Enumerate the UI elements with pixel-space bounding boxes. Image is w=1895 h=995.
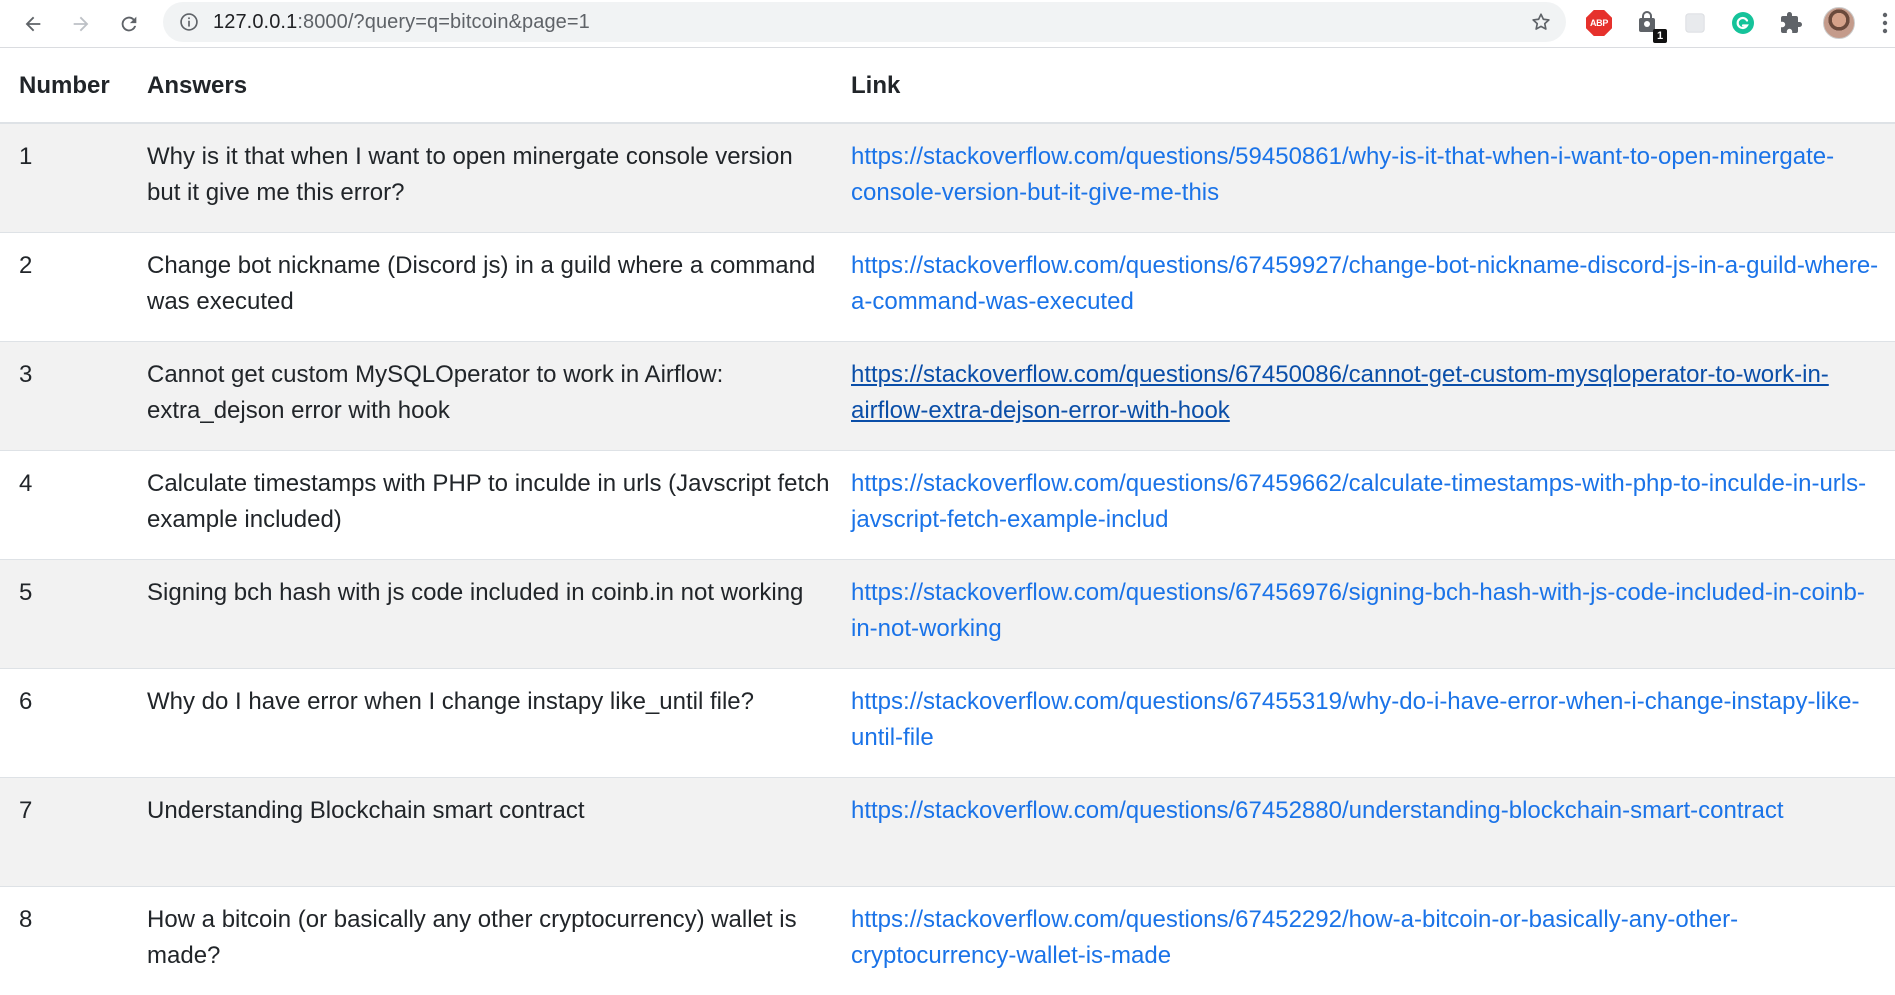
row-answer: Change bot nickname (Discord js) in a gu… — [147, 251, 816, 315]
adblock-plus-icon: ABP — [1586, 10, 1612, 36]
row-link[interactable]: https://stackoverflow.com/questions/6745… — [851, 579, 1865, 642]
arrow-left-icon — [25, 16, 41, 32]
grammarly-extension[interactable] — [1729, 9, 1757, 37]
table-row: 7 Understanding Blockchain smart contrac… — [0, 777, 1895, 886]
row-number: 4 — [19, 469, 33, 497]
row-answer: Understanding Blockchain smart contract — [147, 796, 585, 824]
browser-toolbar: 127.0.0.1:8000/?query=q=bitcoin&page=1 A… — [0, 0, 1895, 48]
blank-extension-icon — [1685, 13, 1705, 33]
url-path: :8000/?query=q=bitcoin&page=1 — [297, 11, 590, 33]
row-link[interactable]: https://stackoverflow.com/questions/6745… — [851, 797, 1784, 824]
info-icon[interactable] — [179, 12, 199, 32]
puzzle-piece-icon — [1781, 12, 1802, 33]
reload-button[interactable] — [111, 6, 147, 42]
row-number: 2 — [19, 251, 33, 279]
header-link: Link — [851, 49, 1895, 124]
row-link[interactable]: https://stackoverflow.com/questions/6745… — [851, 252, 1878, 315]
address-bar[interactable]: 127.0.0.1:8000/?query=q=bitcoin&page=1 — [163, 2, 1566, 42]
adblock-plus-extension[interactable]: ABP — [1585, 9, 1613, 37]
extensions-menu-button[interactable] — [1777, 9, 1805, 37]
bookmark-star-icon[interactable] — [1530, 11, 1552, 33]
header-answers: Answers — [128, 49, 851, 124]
table-header-row: Number Answers Link — [0, 49, 1895, 124]
row-answer: Signing bch hash with js code included i… — [147, 578, 804, 606]
row-number: 7 — [19, 796, 33, 824]
row-answer: Calculate timestamps with PHP to inculde… — [147, 469, 830, 533]
row-number: 1 — [19, 143, 33, 170]
forward-button[interactable] — [63, 6, 99, 42]
table-row: 8 How a bitcoin (or basically any other … — [0, 886, 1895, 995]
row-answer: Why do I have error when I change instap… — [147, 687, 754, 715]
row-number: 8 — [19, 905, 33, 933]
row-number: 3 — [19, 360, 33, 388]
extension-badge-count: 1 — [1653, 29, 1667, 43]
url-host: 127.0.0.1 — [213, 11, 298, 33]
row-link[interactable]: https://stackoverflow.com/questions/6745… — [851, 688, 1859, 751]
table-row: 6 Why do I have error when I change inst… — [0, 668, 1895, 777]
grammarly-icon — [1732, 12, 1754, 34]
row-link[interactable]: https://stackoverflow.com/questions/6745… — [851, 470, 1866, 533]
extension-with-badge[interactable]: 1 — [1633, 9, 1667, 43]
url-text[interactable]: 127.0.0.1:8000/?query=q=bitcoin&page=1 — [213, 11, 590, 34]
page-content: Number Answers Link 1 Why is it that whe… — [0, 49, 1895, 995]
profile-avatar[interactable] — [1823, 7, 1855, 39]
table-row: 1 Why is it that when I want to open min… — [0, 123, 1895, 232]
row-link[interactable]: https://stackoverflow.com/questions/6745… — [851, 906, 1738, 969]
extension-blank[interactable] — [1681, 9, 1709, 37]
row-answer: How a bitcoin (or basically any other cr… — [147, 905, 797, 969]
table-row: 4 Calculate timestamps with PHP to incul… — [0, 450, 1895, 559]
more-vert-icon[interactable] — [1882, 12, 1888, 34]
row-link[interactable]: https://stackoverflow.com/questions/5945… — [851, 143, 1834, 206]
results-table: Number Answers Link 1 Why is it that whe… — [0, 49, 1895, 995]
row-number: 6 — [19, 687, 33, 715]
table-row: 3 Cannot get custom MySQLOperator to wor… — [0, 341, 1895, 450]
header-number: Number — [0, 49, 128, 124]
table-row: 5 Signing bch hash with js code included… — [0, 559, 1895, 668]
row-answer: Why is it that when I want to open miner… — [147, 143, 793, 206]
reload-icon — [121, 16, 137, 32]
row-number: 5 — [19, 578, 33, 606]
row-answer: Cannot get custom MySQLOperator to work … — [147, 360, 724, 424]
table-row: 2 Change bot nickname (Discord js) in a … — [0, 232, 1895, 341]
arrow-right-icon — [73, 16, 89, 32]
back-button[interactable] — [15, 6, 51, 42]
row-link-hovered[interactable]: https://stackoverflow.com/questions/6745… — [851, 361, 1829, 424]
